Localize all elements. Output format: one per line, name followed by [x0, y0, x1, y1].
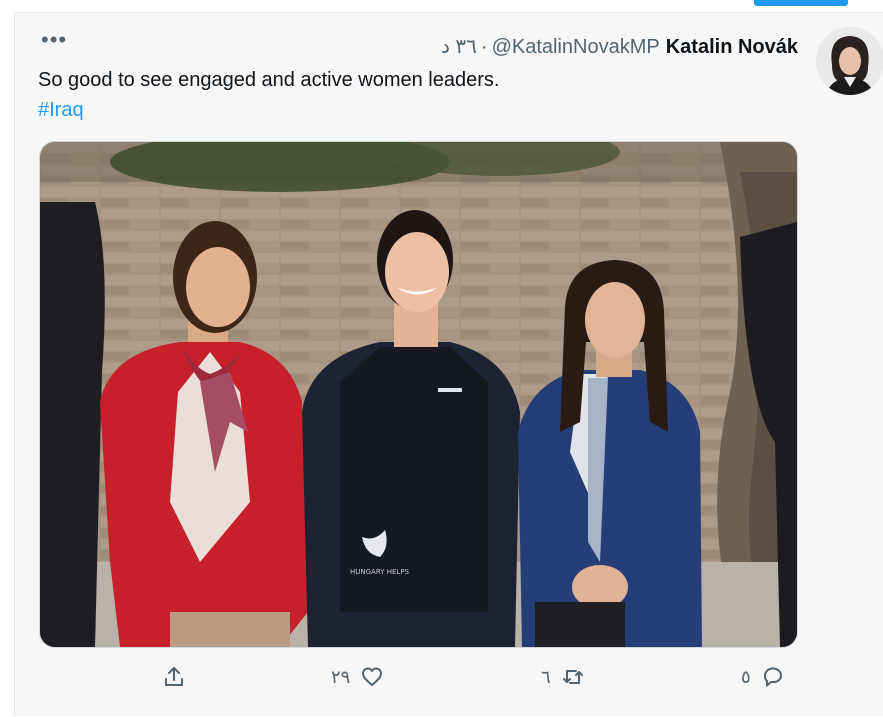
- hashtag-link[interactable]: #Iraq: [38, 97, 84, 123]
- more-options-button[interactable]: •••: [41, 29, 67, 51]
- retweet-button[interactable]: ٦: [541, 665, 585, 689]
- retweet-count: ٦: [541, 666, 551, 687]
- separator-dot: ·: [480, 36, 488, 58]
- reply-button[interactable]: ٥: [741, 665, 785, 689]
- heart-icon: [362, 667, 383, 686]
- tweet-card[interactable]: ••• ٣٦ د · @KatalinNovakMP Katalin Novák…: [14, 12, 883, 716]
- tweet-timestamp[interactable]: ٣٦ د: [441, 34, 477, 59]
- like-button[interactable]: ٢٩: [331, 665, 384, 689]
- share-button[interactable]: [162, 665, 186, 689]
- tweet-text: So good to see engaged and active women …: [38, 69, 500, 91]
- tweet-photo[interactable]: HUNGARY HELPS: [39, 141, 798, 648]
- tweet-header: ٣٦ د · @KatalinNovakMP Katalin Novák: [441, 34, 798, 59]
- retweet-icon: [562, 670, 583, 684]
- reply-icon: [763, 667, 782, 687]
- avatar-portrait: [816, 27, 883, 95]
- reply-count: ٥: [741, 666, 751, 687]
- author-handle[interactable]: @KatalinNovakMP: [492, 36, 660, 59]
- photo-image: HUNGARY HELPS: [40, 142, 797, 647]
- avatar[interactable]: [816, 27, 883, 95]
- vest-logo-text: HUNGARY HELPS: [350, 568, 410, 576]
- share-icon: [165, 667, 183, 686]
- top-tab-indicator: [754, 0, 848, 6]
- like-count: ٢٩: [331, 666, 351, 687]
- author-name[interactable]: Katalin Novák: [666, 36, 798, 59]
